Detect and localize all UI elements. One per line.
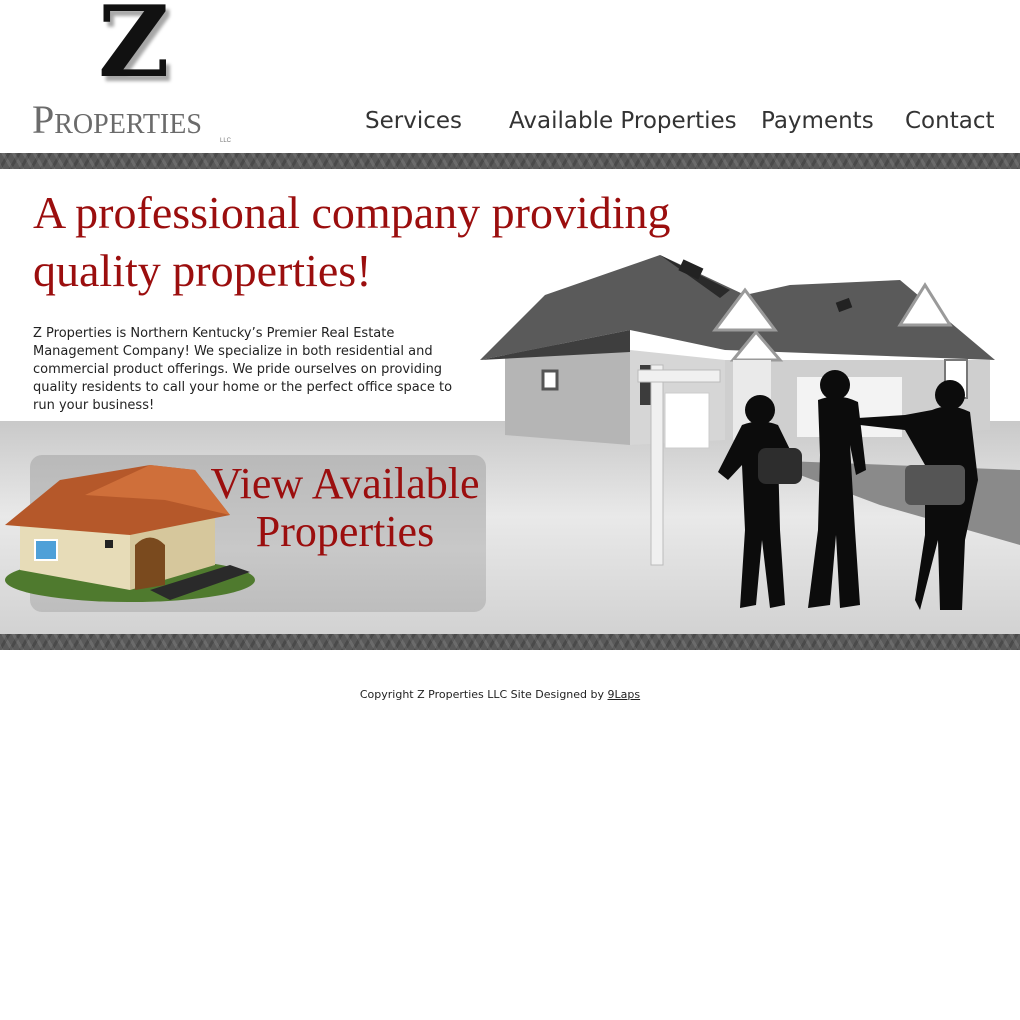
footer-designer-link[interactable]: 9Laps <box>608 688 641 701</box>
top-decorative-band <box>0 153 1020 169</box>
intro-paragraph: Z Properties is Northern Kentucky’s Prem… <box>33 326 453 413</box>
bottom-decorative-band <box>0 634 1020 650</box>
logo-suffix: LLC <box>220 138 232 144</box>
hero-title-line-1: A professional company providing <box>33 187 671 238</box>
header: Z Properties LLC Services Available Prop… <box>0 0 1020 153</box>
cta-label[interactable]: View Available Properties <box>210 460 480 556</box>
logo-letter: Z <box>98 0 170 100</box>
hero-title-line-2: quality properties! <box>33 245 372 296</box>
hero-title: A professional company providing quality… <box>33 184 673 300</box>
nav-payments[interactable]: Payments <box>761 108 874 134</box>
nav-contact[interactable]: Contact <box>905 108 994 134</box>
footer: Copyright Z Properties LLC Site Designed… <box>0 688 1000 701</box>
footer-copyright: Copyright Z Properties LLC Site Designed… <box>359 688 605 701</box>
logo[interactable]: Z Properties LLC <box>30 0 240 148</box>
nav-services[interactable]: Services <box>365 108 462 134</box>
nav-available-properties[interactable]: Available Properties <box>509 108 737 134</box>
logo-word: Properties <box>32 97 202 142</box>
cta-line-2: Properties <box>255 507 435 556</box>
cta-line-1: View Available <box>210 459 480 508</box>
